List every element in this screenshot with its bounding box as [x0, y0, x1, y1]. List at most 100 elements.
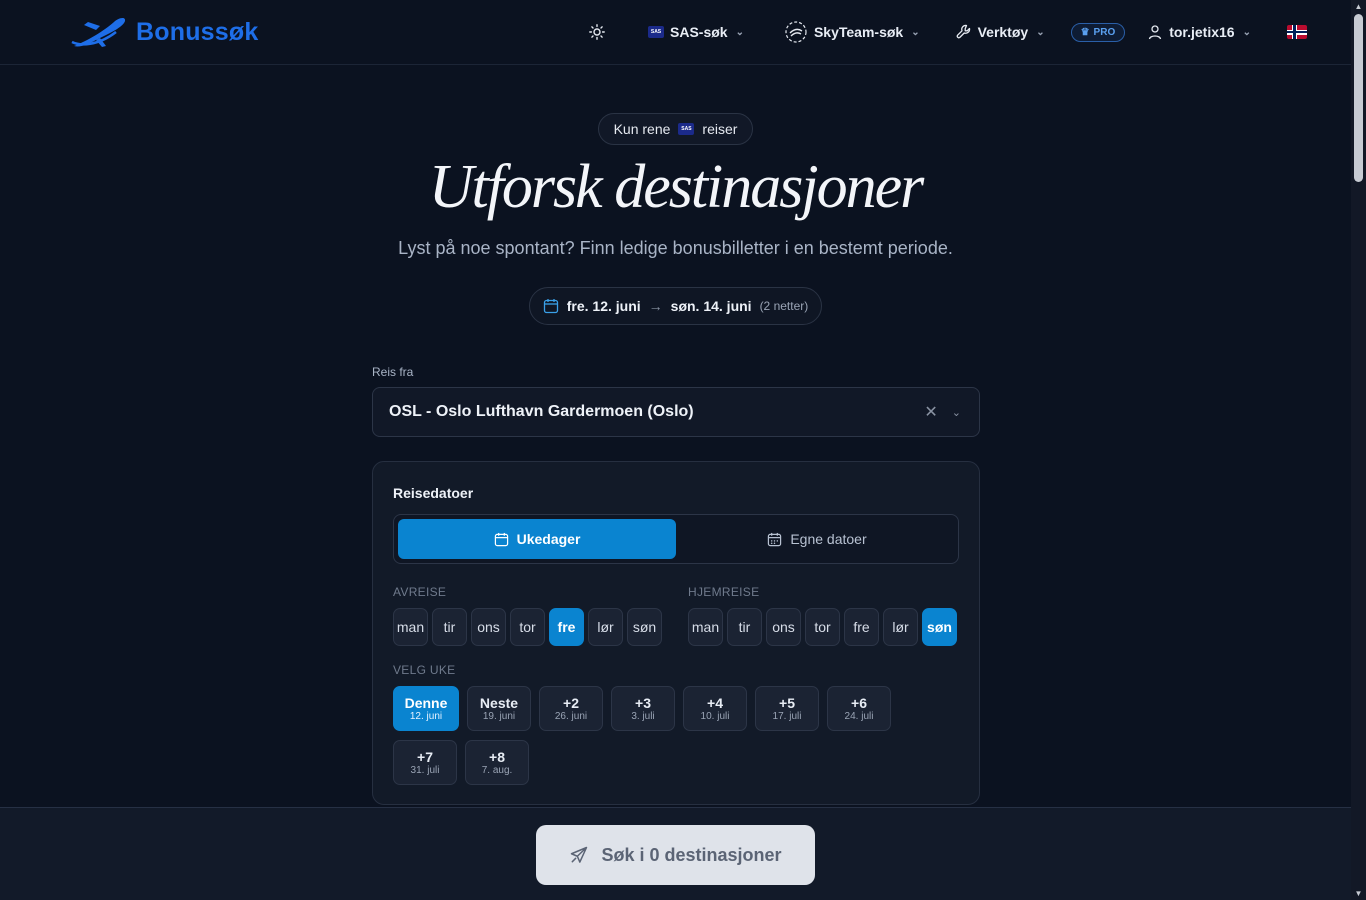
chevron-down-icon: ⌄	[1036, 26, 1045, 38]
pro-badge[interactable]: ♛ PRO	[1070, 22, 1126, 42]
logo[interactable]: Bonussøk	[70, 12, 258, 52]
logo-text: Bonussøk	[136, 17, 259, 46]
nav-tools-label: Verktøy	[977, 24, 1029, 40]
week-option-date: 10. juli	[700, 710, 730, 722]
week-option[interactable]: +4 10. juli	[683, 686, 747, 731]
pro-label: PRO	[1093, 26, 1116, 38]
calendar-icon	[543, 299, 558, 314]
week-option-date: 7. aug.	[481, 764, 513, 776]
search-destinations-button[interactable]: Søk i 0 destinasjoner	[536, 825, 815, 885]
travel-dates-title: Reisedatoer	[393, 485, 474, 501]
user-menu[interactable]: tor.jetix16 ⌄	[1147, 24, 1251, 40]
search-button-label: Søk i 0 destinasjoner	[601, 844, 782, 865]
week-option-date: 12. juni	[409, 710, 443, 722]
week-option[interactable]: +6 24. juli	[827, 686, 891, 731]
scroll-down-arrow-icon[interactable]: ▼	[1354, 889, 1363, 898]
origin-airport-value: OSL - Oslo Lufthavn Gardermoen (Oslo)	[389, 403, 694, 420]
return-day-6[interactable]: søn	[922, 608, 957, 646]
chevron-down-icon: ⌄	[911, 26, 920, 38]
clear-icon[interactable]: ✕	[924, 402, 937, 422]
departure-day-1[interactable]: tir	[432, 608, 467, 646]
date-from: fre. 12. juni	[566, 298, 641, 314]
direct-flights-badge: Kun rene SAS reiser	[598, 113, 753, 145]
departure-day-6[interactable]: søn	[627, 608, 662, 646]
departure-days: man tir ons tor fre lør søn	[393, 608, 662, 646]
page-scrollbar[interactable]: ▲ ▼	[1351, 0, 1366, 900]
nav-tools[interactable]: Verktøy ⌄	[956, 24, 1045, 40]
calendar-icon	[494, 532, 508, 546]
chevron-down-icon: ⌄	[735, 26, 744, 38]
nav-skyteam-label: SkyTeam-søk	[813, 24, 904, 40]
user-icon	[1149, 25, 1162, 40]
departure-label: AVREISE	[393, 585, 447, 599]
week-option-title: +2	[563, 694, 579, 711]
chevron-down-icon: ⌄	[1242, 26, 1251, 38]
return-day-3[interactable]: tor	[805, 608, 840, 646]
calendar-grid-icon	[768, 532, 782, 546]
top-navigation-bar: Bonussøk SAS SAS-søk ⌄ SkyTeam-søk ⌄ Ver…	[0, 0, 1351, 65]
nav-skyteam-search[interactable]: SkyTeam-søk ⌄	[784, 20, 920, 44]
return-day-2[interactable]: ons	[766, 608, 801, 646]
return-day-5[interactable]: lør	[883, 608, 918, 646]
departure-day-3[interactable]: tor	[510, 608, 545, 646]
skyteam-logo-icon	[785, 21, 807, 43]
tab-custom-dates-label: Egne datoer	[790, 531, 867, 547]
crown-icon: ♛	[1080, 26, 1090, 38]
week-option-date: 3. juli	[631, 710, 655, 722]
username: tor.jetix16	[1169, 24, 1235, 40]
week-option-date: 26. juni	[554, 710, 588, 722]
week-label: VELG UKE	[393, 663, 456, 677]
departure-day-5[interactable]: lør	[588, 608, 623, 646]
week-option[interactable]: +7 31. juli	[393, 740, 457, 785]
arrow-right-icon: →	[648, 298, 663, 314]
theme-toggle-button[interactable]	[586, 21, 608, 43]
week-selector: Denne 12. juni Neste 19. juni +2 26. juni +3 3.…	[393, 686, 913, 785]
week-option-title: +8	[489, 748, 505, 765]
nav-sas-label: SAS-søk	[670, 24, 728, 40]
plane-icon	[571, 846, 588, 863]
sun-icon	[589, 24, 605, 40]
page-subtitle: Lyst på noe spontant? Finn ledige bonusb…	[398, 238, 953, 258]
week-option-title: Denne	[404, 694, 448, 711]
badge-text-before: Kun rene	[613, 121, 671, 137]
from-label: Reis fra	[372, 365, 414, 379]
return-day-4[interactable]: fre	[844, 608, 879, 646]
departure-day-2[interactable]: ons	[471, 608, 506, 646]
badge-text-after: reiser	[702, 121, 738, 137]
week-option-title: +5	[779, 694, 795, 711]
tab-custom-dates[interactable]: Egne datoer	[678, 519, 956, 559]
scrollbar-thumb[interactable]	[1354, 14, 1363, 182]
week-option-title: +4	[707, 694, 723, 711]
return-days: man tir ons tor fre lør søn	[688, 608, 957, 646]
origin-airport-select[interactable]: OSL - Oslo Lufthavn Gardermoen (Oslo) ✕ …	[372, 387, 980, 437]
scroll-up-arrow-icon[interactable]: ▲	[1354, 2, 1363, 11]
week-option[interactable]: +8 7. aug.	[465, 740, 529, 785]
week-option-date: 17. juli	[772, 710, 802, 722]
bottom-action-bar: Søk i 0 destinasjoner	[0, 807, 1351, 900]
nav-sas-search[interactable]: SAS SAS-søk ⌄	[648, 24, 744, 40]
week-option[interactable]: +5 17. juli	[755, 686, 819, 731]
week-option[interactable]: +2 26. juni	[539, 686, 603, 731]
chevron-down-icon[interactable]: ⌄	[952, 406, 961, 419]
departure-day-4[interactable]: fre	[549, 608, 584, 646]
departure-day-0[interactable]: man	[393, 608, 428, 646]
travel-dates-card: Reisedatoer Ukedager Egne datoer AVREISE	[372, 461, 980, 805]
return-label: HJEMREISE	[688, 585, 760, 599]
return-day-0[interactable]: man	[688, 608, 723, 646]
week-option[interactable]: Neste 19. juni	[467, 686, 531, 731]
week-option[interactable]: +3 3. juli	[611, 686, 675, 731]
sas-logo-icon: SAS	[648, 26, 664, 38]
tab-weekdays[interactable]: Ukedager	[398, 519, 676, 559]
week-option-date: 31. juli	[410, 764, 440, 776]
week-option-title: +7	[417, 748, 433, 765]
selected-date-range: fre. 12. juni → søn. 14. juni (2 netter)	[529, 287, 822, 325]
week-option-title: +3	[635, 694, 651, 711]
norway-flag-language-icon[interactable]	[1286, 25, 1307, 39]
week-option[interactable]: Denne 12. juni	[393, 686, 459, 731]
tab-weekdays-label: Ukedager	[516, 531, 581, 547]
return-day-1[interactable]: tir	[727, 608, 762, 646]
page-title: Utforsk destinasjoner	[428, 153, 925, 221]
airplane-logo-icon	[71, 18, 126, 47]
week-option-title: Neste	[479, 694, 519, 711]
wrench-icon	[956, 24, 970, 39]
